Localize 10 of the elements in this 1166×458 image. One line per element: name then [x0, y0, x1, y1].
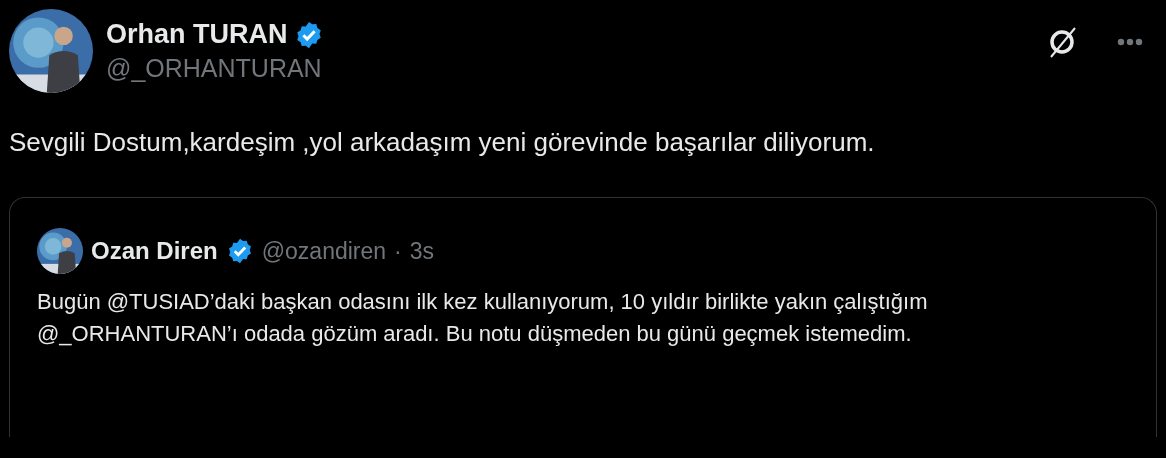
more-icon[interactable]	[1117, 38, 1143, 46]
author-handle[interactable]: @_ORHANTURAN	[106, 54, 1032, 83]
quoted-post-card[interactable]: Ozan Diren @ozandiren · 3s Bugün @TUSIAD’daki başkan odasını ilk kez kullanıyorum, 10 yıldır birlikte yakın çalıştığım @_ORHANTURAN’ı odada gözüm aradı. Bu notu düşmeden bu günü geçmek istemedim.	[9, 197, 1157, 437]
quoted-author-handle[interactable]: @ozandiren	[261, 237, 387, 265]
quoted-author-name[interactable]: Ozan Diren	[91, 237, 218, 265]
post-text: Sevgili Dostum,kardeşim ,yol arkadaşım yeni görevinde başarılar diliyorum.	[9, 126, 876, 159]
quoted-post-text: Bugün @TUSIAD’daki başkan odasını ilk kez kullanıyorum, 10 yıldır birlikte yakın çalıştığım @_ORHANTURAN’ı odada gözüm aradı. Bu notu düşmeden bu günü geçmek istemedim.	[37, 288, 929, 348]
post-time[interactable]: 3s	[409, 237, 435, 265]
separator: ·	[394, 237, 402, 265]
author-name[interactable]: Orhan TURAN	[106, 19, 288, 50]
